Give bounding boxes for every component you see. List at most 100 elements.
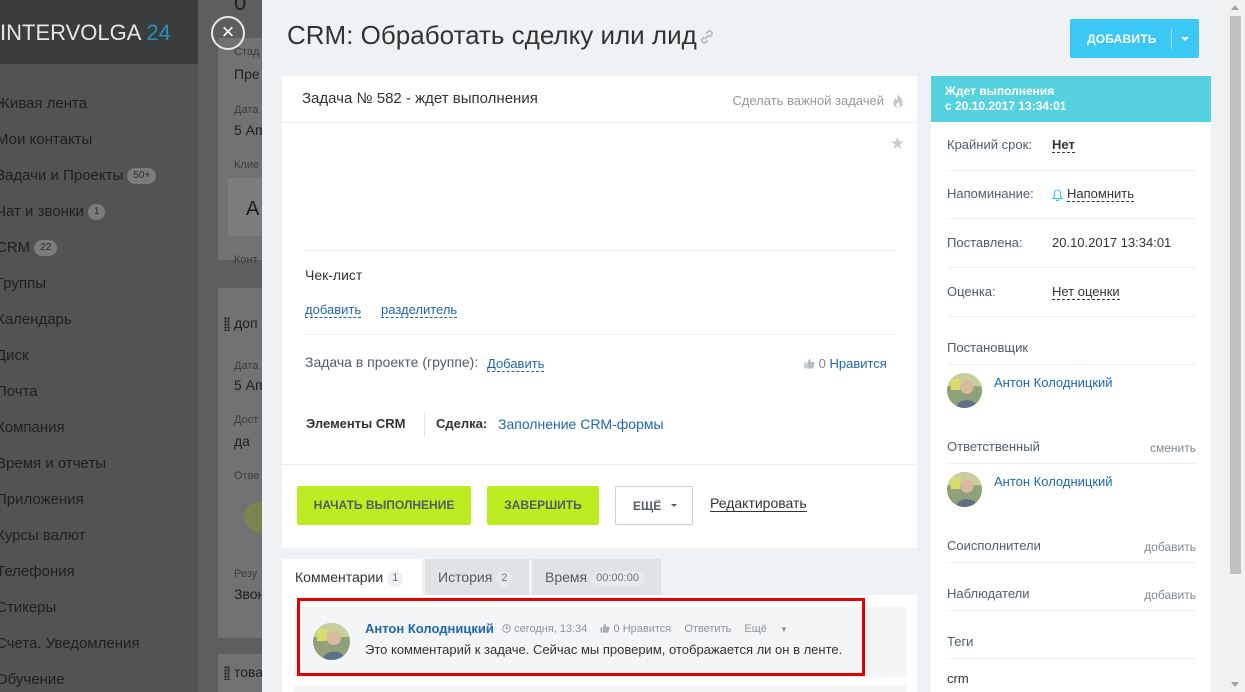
checklist-title: Чек-лист xyxy=(305,267,363,283)
bg-access-value: да xyxy=(234,433,250,449)
like-count: 0 xyxy=(818,356,826,371)
crm-elements-label: Элементы CRM xyxy=(306,416,406,431)
creator-name[interactable]: Антон Колодницкий xyxy=(994,375,1113,390)
logo-number: 24 xyxy=(146,20,171,45)
tag-item[interactable]: crm xyxy=(947,671,969,686)
tab-count: 2 xyxy=(496,571,513,587)
divider xyxy=(305,250,895,251)
divider xyxy=(947,317,1196,365)
task-card: Задача № 582 - ждет выполнения Сделать в… xyxy=(282,76,917,548)
tab-time[interactable]: Время 00:00:00 xyxy=(532,559,661,595)
tab-count: 00:00:00 xyxy=(591,571,644,587)
bg-access-label: Дост xyxy=(234,414,259,426)
background-nav-count: 1 xyxy=(87,204,106,220)
background-nav-item: Живая лента xyxy=(0,86,198,122)
page-title: CRM: Обработать сделку или лид xyxy=(287,20,697,50)
checklist-add-link[interactable]: добавить xyxy=(305,302,362,318)
logo-text: INTERVOLGA xyxy=(0,20,141,45)
bg-resp-label: Отве xyxy=(234,470,260,482)
bg-client-label: Клие xyxy=(234,159,260,171)
background-nav-item: Группы xyxy=(0,266,198,302)
background-logo: INTERVOLGA 24 xyxy=(0,0,198,64)
deal-link[interactable]: Заполнение CRM-формы xyxy=(498,416,664,432)
bg-date2-value: 5 Ап xyxy=(234,377,263,393)
bg-result-value: Звон xyxy=(234,586,266,602)
thumbs-up-icon xyxy=(804,358,815,369)
edit-link[interactable]: Редактировать xyxy=(710,496,807,512)
background-nav-item: Стикеры xyxy=(0,590,198,626)
divider xyxy=(947,122,1196,171)
background-nav-item: Диск xyxy=(0,338,198,374)
tab-history[interactable]: История 2 xyxy=(425,559,529,595)
project-add-link[interactable]: Добавить xyxy=(487,356,545,372)
tab-label: Время xyxy=(545,569,588,585)
checklist-separator-link[interactable]: разделитель xyxy=(381,302,458,318)
background-nav-item: Время и отчеты xyxy=(0,446,198,482)
bg-top-value: 0 xyxy=(234,0,247,15)
background-nav-item: Чат и звонки 1 xyxy=(0,194,198,230)
background-nav-label: Живая лента xyxy=(0,95,88,112)
scroll-thumb[interactable] xyxy=(1230,16,1241,574)
project-label: Задача в проекте (группе): xyxy=(305,354,479,370)
background-nav-label: CRM xyxy=(0,239,31,256)
status-text: Ждет выполнения xyxy=(945,84,1055,98)
responsible-name[interactable]: Антон Колодницкий xyxy=(994,474,1113,489)
task-sidebar: Ждет выполнения с 20.10.2017 13:34:01 Кр… xyxy=(931,76,1211,692)
scrollbar[interactable] xyxy=(1226,0,1245,692)
bg-grip-icon xyxy=(224,317,230,331)
bg-stage-value: Пре xyxy=(234,66,260,82)
scroll-up-icon[interactable] xyxy=(1231,5,1239,10)
more-button[interactable]: ЕЩЁ xyxy=(615,486,693,525)
background-nav-label: Задачи и Проекты xyxy=(0,167,124,184)
bg-stage-label: Стад xyxy=(234,46,260,58)
link-icon[interactable] xyxy=(699,29,715,45)
like-label[interactable]: Нравится xyxy=(829,356,886,371)
close-slider-button[interactable]: × xyxy=(211,16,245,50)
background-nav-label: Календарь xyxy=(0,311,72,328)
divider xyxy=(947,268,1196,317)
avatar[interactable] xyxy=(947,472,982,507)
background-nav: Живая лента Мои контакты Задачи и Проекты 5… xyxy=(0,86,198,692)
like-widget[interactable]: 0 Нравится xyxy=(804,356,887,371)
add-button-divider xyxy=(1171,28,1172,49)
background-nav-label: Курсы валют xyxy=(0,527,86,544)
background-nav-item: Телефония xyxy=(0,554,198,590)
bg-section-3: това xyxy=(234,664,264,680)
bg-date-value: 5 Ап xyxy=(234,122,263,138)
tab-label: Комментарии xyxy=(295,569,384,585)
background-nav-item: Задачи и Проекты 50+ xyxy=(0,158,198,194)
chevron-down-icon[interactable] xyxy=(1181,37,1189,41)
divider xyxy=(947,563,1196,611)
divider xyxy=(305,334,895,335)
background-nav-label: Телефония xyxy=(0,563,75,580)
background-nav-item: Приложения xyxy=(0,482,198,518)
avatar[interactable] xyxy=(947,373,982,408)
finish-task-button[interactable]: ЗАВЕРШИТЬ xyxy=(487,486,599,525)
background-nav-label: Почта xyxy=(0,383,38,400)
tab-comments[interactable]: Комментарии 1 xyxy=(282,559,422,595)
add-button-label: ДОБАВИТЬ xyxy=(1087,32,1157,46)
status-badge: Ждет выполнения с 20.10.2017 13:34:01 xyxy=(931,76,1211,122)
status-date: с 20.10.2017 13:34:01 xyxy=(945,99,1067,113)
bg-grip-icon-2 xyxy=(224,666,230,680)
background-nav-item: Курсы валют xyxy=(0,518,198,554)
bg-result-label: Резу xyxy=(234,568,258,580)
background-nav-count: 22 xyxy=(34,240,58,256)
background-nav-item: Компания xyxy=(0,410,198,446)
deal-label: Сделка: xyxy=(436,416,488,431)
divider xyxy=(947,516,1196,563)
tab-count: 1 xyxy=(387,571,404,587)
task-actions: НАЧАТЬ ВЫПОЛНЕНИЕ ЗАВЕРШИТЬ ЕЩЁ Редактир… xyxy=(282,464,917,548)
task-number: Задача № 582 - ждет выполнения xyxy=(302,90,538,107)
background-sidebar: INTERVOLGA 24 Живая лента Мои контакты Зад… xyxy=(0,0,198,692)
bg-date-label: Дата xyxy=(234,104,259,116)
make-important-link[interactable]: Сделать важной задачей xyxy=(732,93,884,108)
scroll-down-icon[interactable] xyxy=(1231,682,1239,687)
close-icon: × xyxy=(221,19,235,44)
background-nav-label: Компания xyxy=(0,419,65,436)
tab-label: История xyxy=(438,569,493,585)
fire-icon[interactable] xyxy=(892,93,904,109)
add-button[interactable]: ДОБАВИТЬ xyxy=(1070,19,1199,58)
star-icon[interactable]: ★ xyxy=(890,134,905,154)
start-task-button[interactable]: НАЧАТЬ ВЫПОЛНЕНИЕ xyxy=(297,486,471,525)
